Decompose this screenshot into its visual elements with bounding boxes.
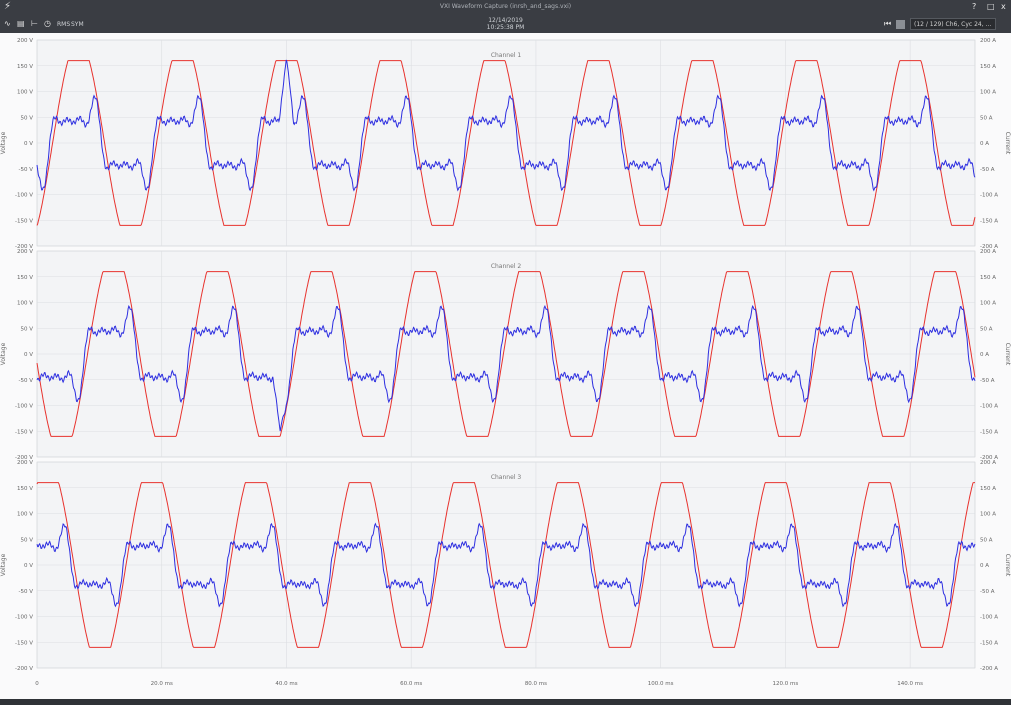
y2-tick-label: 100 A [980,512,996,518]
y2-tick-label: 50 A [980,326,993,332]
y2-tick-label: 150 A [980,64,996,70]
y-tick-label: 50 V [20,537,33,543]
y-tick-label: -50 V [19,589,34,595]
y2-axis-label: Current [1004,554,1011,577]
x-tick-label: 120.0 ms [773,681,799,687]
y-tick-label: -100 V [15,404,33,410]
y2-tick-label: 50 A [980,537,993,543]
waveform-charts: 200 V 200 A 150 V 150 A 100 V 100 A 50 V 50 A 0 … [0,38,1011,687]
panel-title: Channel 1 [491,52,522,59]
status-bar [0,699,1011,705]
y-tick-label: -150 V [15,429,33,435]
x-tick-label: 100.0 ms [648,681,674,687]
y-tick-label: 50 V [20,326,33,332]
x-tick-label: 60.0 ms [400,681,422,687]
y-tick-label: -150 V [15,640,33,646]
x-tick-label: 0 [35,681,39,687]
y2-axis-label: Current [1004,343,1011,366]
y2-tick-label: 0 A [980,352,989,358]
y-tick-label: 0 V [24,352,33,358]
y2-tick-label: -150 A [980,640,998,646]
channel-3-panel: 200 V 200 A 150 V 150 A 100 V 100 A 50 V 50 A 0 … [0,460,1011,687]
y2-tick-label: 50 A [980,115,993,121]
y-axis-label: Voltage [0,131,7,154]
y2-tick-label: 200 A [980,38,996,44]
y2-tick-label: -100 A [980,404,998,410]
y-tick-label: 0 V [24,563,33,569]
y2-tick-label: 200 A [980,249,996,255]
y2-tick-label: -50 A [980,589,995,595]
y-tick-label: 200 V [17,38,33,44]
y2-axis-label: Current [1004,132,1011,155]
y2-tick-label: -150 A [980,429,998,435]
y-tick-label: 150 V [17,64,33,70]
y-tick-label: -100 V [15,193,33,199]
y-tick-label: 150 V [17,486,33,492]
y2-tick-label: 150 A [980,486,996,492]
y-tick-label: 0 V [24,141,33,147]
y2-tick-label: -50 A [980,378,995,384]
panel-title: Channel 3 [491,474,522,481]
x-tick-label: 20.0 ms [151,681,173,687]
y-tick-label: 150 V [17,275,33,281]
y2-tick-label: -100 A [980,615,998,621]
y2-tick-label: 100 A [980,301,996,307]
y-axis-label: Voltage [0,342,7,365]
y-tick-label: -150 V [15,218,33,224]
y-tick-label: -50 V [19,378,34,384]
y-tick-label: 200 V [17,249,33,255]
y2-tick-label: -150 A [980,218,998,224]
channel-2-panel: 200 V 200 A 150 V 150 A 100 V 100 A 50 V 50 A 0 … [0,249,1011,461]
y-tick-label: 100 V [17,90,33,96]
y2-tick-label: 100 A [980,90,996,96]
y-tick-label: 100 V [17,512,33,518]
x-tick-label: 40.0 ms [275,681,297,687]
y-tick-label: -200 V [15,666,33,672]
y2-tick-label: 0 A [980,141,989,147]
y-tick-label: -100 V [15,615,33,621]
channel-1-panel: 200 V 200 A 150 V 150 A 100 V 100 A 50 V 50 A 0 … [0,38,1011,250]
x-tick-label: 80.0 ms [525,681,547,687]
y2-tick-label: 200 A [980,460,996,466]
y-axis-label: Voltage [0,553,7,576]
y2-tick-label: -100 A [980,193,998,199]
y2-tick-label: 150 A [980,275,996,281]
y2-tick-label: 0 A [980,563,989,569]
x-tick-label: 140.0 ms [897,681,923,687]
y2-tick-label: -50 A [980,167,995,173]
y-tick-label: 100 V [17,301,33,307]
y-tick-label: 50 V [20,115,33,121]
y-tick-label: -50 V [19,167,34,173]
y2-tick-label: -200 A [980,666,998,672]
panel-title: Channel 2 [491,263,522,270]
y-tick-label: 200 V [17,460,33,466]
